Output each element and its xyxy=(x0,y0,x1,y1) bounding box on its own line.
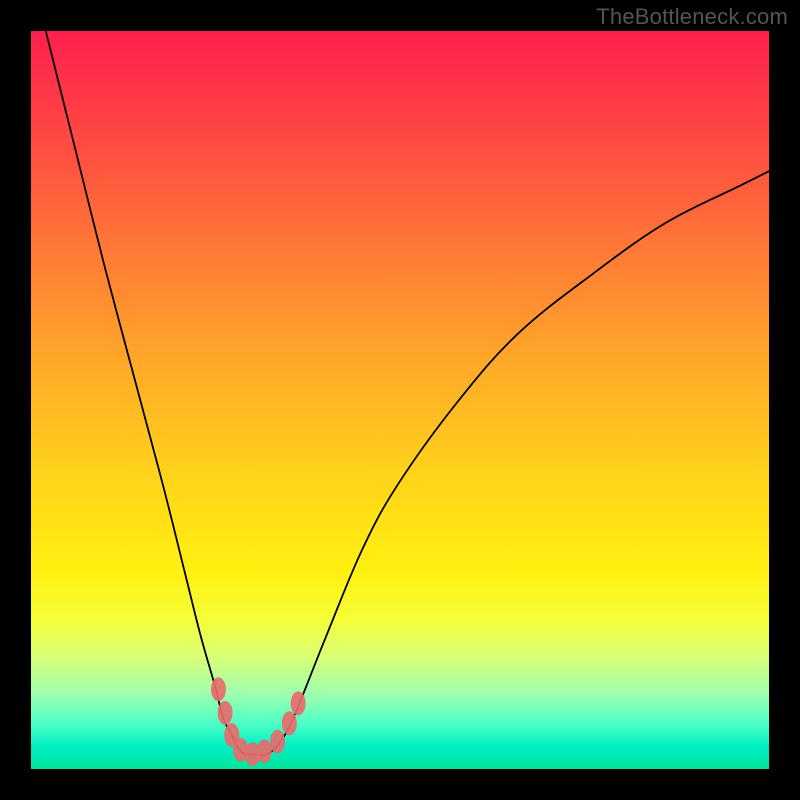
chart-frame: TheBottleneck.com xyxy=(0,0,800,800)
highlight-dot xyxy=(282,711,297,735)
highlight-dots xyxy=(211,677,306,766)
plot-area xyxy=(31,31,769,769)
plot-svg xyxy=(31,31,769,769)
highlight-dot xyxy=(270,730,285,754)
highlight-dot xyxy=(257,739,272,763)
highlight-dot xyxy=(218,701,233,725)
bottleneck-curve-left xyxy=(46,31,253,755)
highlight-dot xyxy=(211,677,226,701)
highlight-dot xyxy=(291,691,306,715)
bottleneck-curve-right xyxy=(252,171,769,755)
watermark-label: TheBottleneck.com xyxy=(596,4,788,30)
